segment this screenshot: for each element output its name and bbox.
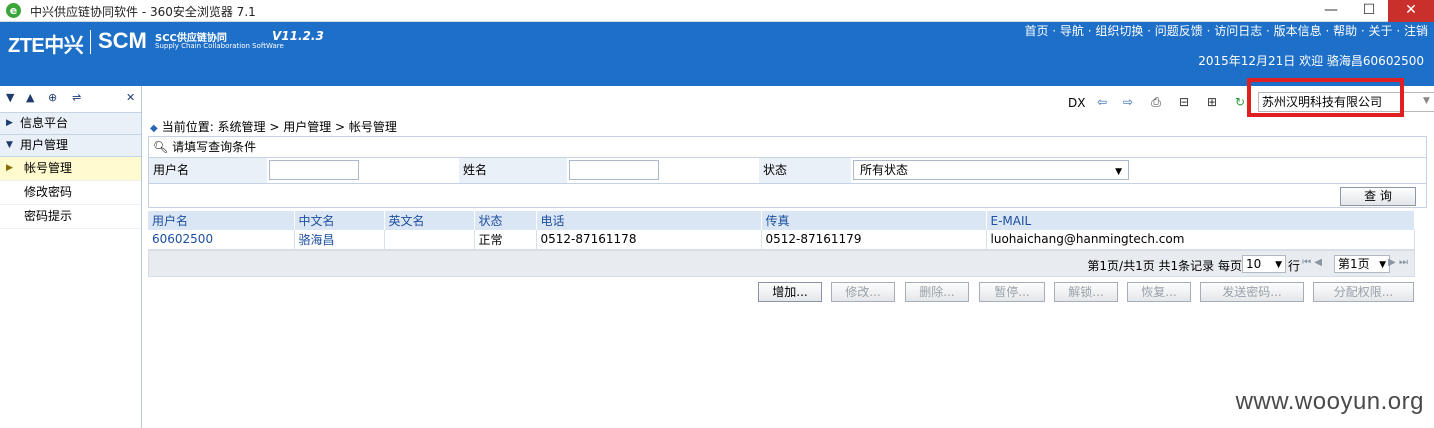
username-label: 用户名 bbox=[149, 158, 267, 183]
username-input[interactable] bbox=[269, 160, 359, 180]
print-icon[interactable]: ⎙ bbox=[1149, 95, 1163, 109]
sidebar-group-info-platform[interactable]: ▶ 信息平台 bbox=[0, 113, 141, 135]
window-title: 中兴供应链协同软件 - 360安全浏览器 7.1 bbox=[30, 5, 256, 19]
page-size-select[interactable]: 10 ▼ bbox=[1242, 255, 1286, 273]
logo-divider bbox=[90, 30, 91, 54]
expand-icon: ▶ bbox=[6, 118, 13, 128]
fax-cell: 0512-87161179 bbox=[761, 230, 987, 250]
first-prev-page-icon[interactable]: ⏮ ◀ bbox=[1302, 257, 1322, 268]
breadcrumb-text: 当前位置: 系统管理 > 用户管理 > 帐号管理 bbox=[161, 120, 397, 134]
search-panel: 🔍︎ 请填写查询条件 用户名 姓名 状态 所有状态 ▼ 查 询 bbox=[148, 136, 1427, 208]
zoom-out-icon[interactable]: ⊟ bbox=[1177, 95, 1191, 109]
status-label: 状态 bbox=[759, 158, 851, 183]
sidebar-group-user-management[interactable]: ▼ 用户管理 bbox=[0, 135, 141, 157]
username-cell[interactable]: 60602500 bbox=[148, 230, 295, 250]
back-arrow-icon[interactable]: ⇦ bbox=[1095, 95, 1109, 109]
name-label: 姓名 bbox=[459, 158, 567, 183]
dropdown-caret-icon: ▼ bbox=[1379, 260, 1386, 270]
send-password-button[interactable]: 发送密码... bbox=[1200, 282, 1304, 302]
column-header[interactable]: 用户名 bbox=[148, 211, 295, 230]
location-icon: ◆ bbox=[150, 123, 158, 134]
search-panel-header: 🔍︎ 请填写查询条件 bbox=[149, 137, 1426, 158]
zte-logo: ZTE中兴 bbox=[8, 35, 84, 57]
column-header[interactable]: E-MAIL bbox=[986, 211, 1415, 230]
pager-info: 第1页/共1页 共1条记录 每页 bbox=[1087, 259, 1242, 273]
close-panel-icon[interactable]: ✕ bbox=[126, 91, 135, 104]
refresh-icon[interactable]: ↻ bbox=[1233, 95, 1247, 109]
restore-button[interactable]: 恢复... bbox=[1127, 282, 1191, 302]
column-header[interactable]: 传真 bbox=[761, 211, 987, 230]
browser-icon: e bbox=[6, 3, 21, 18]
status-select-value: 所有状态 bbox=[860, 163, 909, 177]
search-panel-title: 请填写查询条件 bbox=[172, 140, 257, 154]
column-header[interactable]: 英文名 bbox=[384, 211, 475, 230]
pager: 第1页/共1页 共1条记录 每页 10 ▼ 行 ⏮ ◀ 第1页 ▼ ▶ ⏭ bbox=[148, 250, 1415, 277]
unlock-button[interactable]: 解锁... bbox=[1054, 282, 1118, 302]
top-links[interactable]: 首页 · 导航 · 组织切换 · 问题反馈 · 访问日志 · 版本信息 · 帮助… bbox=[1024, 22, 1428, 39]
sidebar-item-label: 帐号管理 bbox=[24, 161, 73, 175]
sidebar-toolbar: ▼ ▲ ⊕ ⇌ ✕ bbox=[0, 86, 141, 113]
name-input[interactable] bbox=[569, 160, 659, 180]
pause-button[interactable]: 暂停... bbox=[979, 282, 1045, 302]
zoom-in-icon[interactable]: ⊞ bbox=[1205, 95, 1219, 109]
user-info: 2015年12月21日 欢迎 骆海昌60602500 bbox=[1198, 54, 1424, 68]
row-label: 行 bbox=[1287, 259, 1300, 273]
phone-cell: 0512-87161178 bbox=[536, 230, 762, 250]
search-icon: 🔍︎ bbox=[153, 140, 169, 154]
sidebar-item-password-hint[interactable]: 密码提示 bbox=[0, 205, 141, 229]
collapse-icon: ▼ bbox=[6, 140, 13, 150]
minimize-button[interactable]: — bbox=[1312, 0, 1350, 22]
maximize-button[interactable]: ☐ bbox=[1350, 0, 1388, 22]
english-name-cell bbox=[384, 230, 475, 250]
dx-label[interactable]: DX bbox=[1068, 96, 1085, 110]
scm-logo: SCM bbox=[98, 28, 147, 53]
query-button[interactable]: 查 询 bbox=[1340, 187, 1416, 206]
version-label: V11.2.3 bbox=[272, 29, 324, 43]
sidebar-group-label: 信息平台 bbox=[20, 116, 69, 130]
sidebar-group-label: 用户管理 bbox=[20, 138, 69, 152]
status-cell: 正常 bbox=[474, 230, 537, 250]
status-select[interactable]: 所有状态 ▼ bbox=[853, 160, 1129, 180]
forward-arrow-icon[interactable]: ⇨ bbox=[1121, 95, 1135, 109]
column-header[interactable]: 状态 bbox=[474, 211, 537, 230]
page-select-value: 第1页 bbox=[1338, 257, 1370, 271]
table-row[interactable]: 60602500 骆海昌 正常 0512-87161178 0512-87161… bbox=[148, 230, 1415, 250]
search-row: 用户名 姓名 状态 所有状态 ▼ bbox=[149, 158, 1426, 184]
sync-icon[interactable]: ⇌ bbox=[72, 91, 81, 104]
edit-button[interactable]: 修改... bbox=[831, 282, 895, 302]
selected-arrow-icon: ▶ bbox=[6, 163, 13, 173]
watermark: www.wooyun.org bbox=[1235, 388, 1424, 415]
column-header[interactable]: 中文名 bbox=[294, 211, 385, 230]
add-favorite-icon[interactable]: ⊕ bbox=[48, 91, 57, 104]
add-button[interactable]: 增加... bbox=[758, 282, 822, 302]
app-header: ZTE中兴 SCM SCC供应链协同 Supply Chain Collabor… bbox=[0, 22, 1434, 108]
account-table: 用户名 中文名 英文名 状态 电话 传真 E-MAIL 60602500 骆海昌… bbox=[148, 211, 1415, 250]
content-toolbar: DX ⇦ ⇨ ⎙ ⊟ ⊞ ↻ 苏州汉明科技有限公司 ▼ bbox=[143, 86, 1434, 117]
table-header-row: 用户名 中文名 英文名 状态 电话 传真 E-MAIL bbox=[148, 211, 1415, 230]
breadcrumb: ◆ 当前位置: 系统管理 > 用户管理 > 帐号管理 bbox=[150, 118, 397, 135]
column-header[interactable]: 电话 bbox=[536, 211, 762, 230]
window-title-bar: e 中兴供应链协同软件 - 360安全浏览器 7.1 — ☐ ✕ bbox=[0, 0, 1434, 22]
highlight-box bbox=[1247, 78, 1404, 117]
sidebar-item-change-password[interactable]: 修改密码 bbox=[0, 181, 141, 205]
collapse-all-icon[interactable]: ▼ bbox=[6, 91, 14, 104]
sidebar: ▼ ▲ ⊕ ⇌ ✕ ▶ 信息平台 ▼ 用户管理 ▶ 帐号管理 修改密码 密码提示 bbox=[0, 86, 142, 428]
email-cell: luohaichang@hanmingtech.com bbox=[986, 230, 1415, 250]
sidebar-item-label: 修改密码 bbox=[24, 185, 73, 199]
logo-tagline: Supply Chain Collaboration SoftWare bbox=[155, 42, 284, 50]
page-size-value: 10 bbox=[1246, 257, 1262, 271]
sidebar-item-account-management[interactable]: ▶ 帐号管理 bbox=[0, 157, 141, 181]
assign-permissions-button[interactable]: 分配权限... bbox=[1313, 282, 1414, 302]
chinese-name-cell: 骆海昌 bbox=[294, 230, 385, 250]
sidebar-item-label: 密码提示 bbox=[24, 209, 73, 223]
dropdown-caret-icon: ▼ bbox=[1423, 96, 1430, 106]
expand-all-icon[interactable]: ▲ bbox=[26, 91, 34, 104]
next-last-page-icon[interactable]: ▶ ⏭ bbox=[1388, 257, 1408, 268]
close-button[interactable]: ✕ bbox=[1388, 0, 1434, 22]
dropdown-caret-icon: ▼ bbox=[1275, 260, 1282, 270]
page-select[interactable]: 第1页 ▼ bbox=[1334, 255, 1390, 273]
dropdown-caret-icon: ▼ bbox=[1115, 167, 1122, 177]
delete-button[interactable]: 删除... bbox=[905, 282, 969, 302]
